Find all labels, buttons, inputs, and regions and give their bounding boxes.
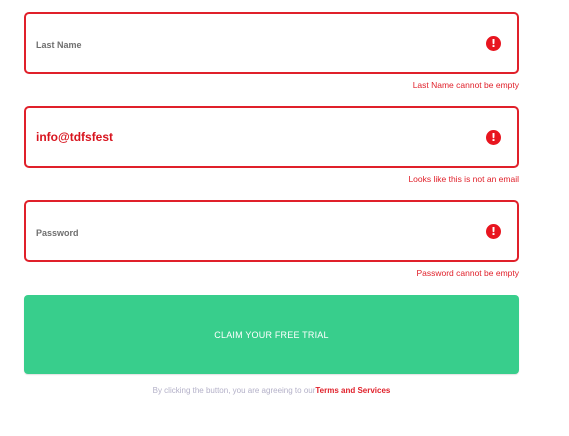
password-input[interactable] (36, 202, 466, 260)
exclamation-circle-icon: ! (486, 35, 501, 51)
last-name-input[interactable] (36, 14, 466, 72)
password-error: Password cannot be empty (416, 268, 519, 278)
consent-label: By clicking the button, you are agreeing… (152, 386, 316, 395)
last-name-field: ! (24, 12, 519, 74)
email-field: ! (24, 106, 519, 168)
password-field: ! (24, 200, 519, 262)
exclamation-circle-icon: ! (486, 223, 501, 239)
claim-free-trial-button[interactable]: CLAIM YOUR FREE TRIAL (24, 295, 519, 374)
exclamation-circle-icon: ! (486, 129, 501, 145)
email-error: Looks like this is not an email (408, 174, 519, 184)
terms-link[interactable]: Terms and Services (315, 386, 390, 395)
last-name-error: Last Name cannot be empty (412, 80, 519, 90)
consent-text: By clicking the button, you are agreeing… (0, 386, 543, 395)
email-input[interactable] (36, 108, 466, 166)
